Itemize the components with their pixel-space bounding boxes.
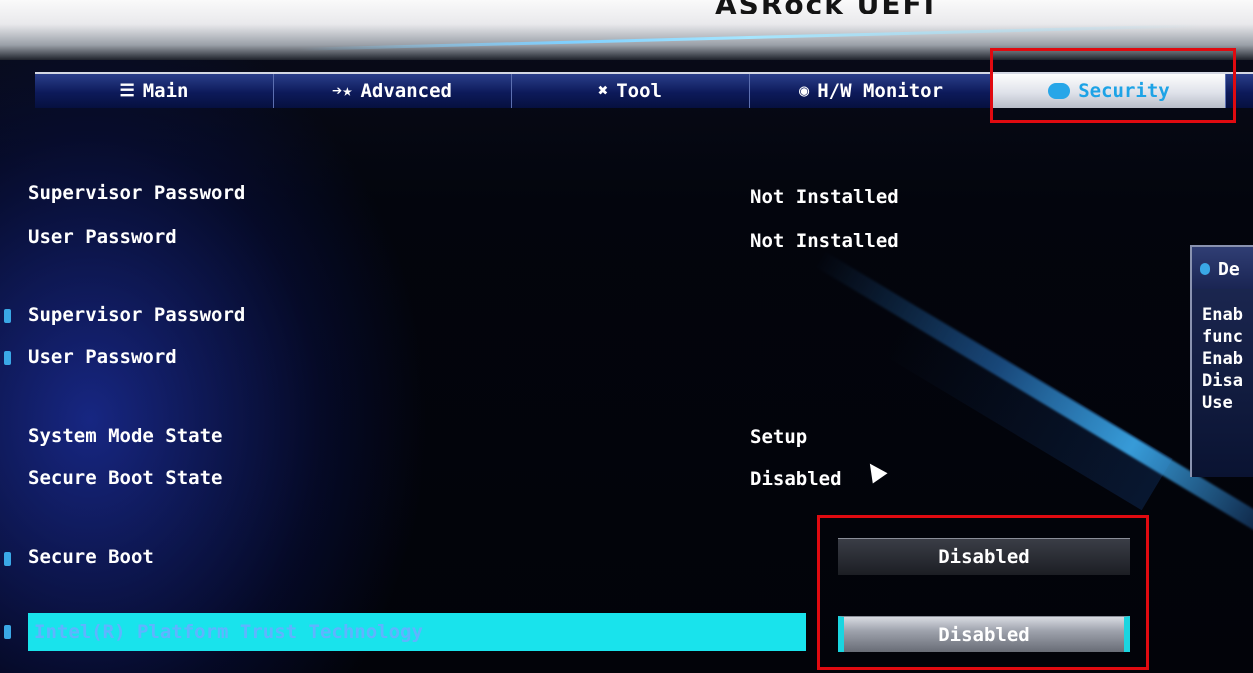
help-line: Enab (1202, 349, 1243, 369)
system-mode-state-value: Setup (750, 426, 808, 448)
ptt-label: Intel(R) Platform Trust Technology (34, 621, 423, 643)
help-panel: De Enab func Enab Disa Use (1190, 245, 1253, 477)
values-highlight (817, 515, 1149, 670)
tab-advanced[interactable]: ➔★ Advanced (273, 74, 512, 108)
logo: ASRock UEFI (715, 0, 1025, 14)
tab-hw-monitor-label: H/W Monitor (817, 80, 944, 102)
user-password-bullet-icon (4, 351, 11, 365)
secure-boot-state-value: Disabled (750, 468, 842, 490)
secure-boot-state-label: Secure Boot State (28, 467, 223, 489)
header-swoosh (300, 24, 1200, 51)
set-user-password-item[interactable]: User Password (28, 346, 177, 368)
user-password-status-label: User Password (28, 226, 177, 248)
supervisor-password-bullet-icon (4, 309, 11, 323)
secure-boot-bullet-icon (4, 552, 11, 566)
help-line: func (1202, 327, 1243, 347)
set-supervisor-password-item[interactable]: Supervisor Password (28, 304, 245, 326)
monitor-icon: ◉ (798, 81, 810, 101)
help-panel-title: De (1218, 259, 1240, 280)
tab-hw-monitor[interactable]: ◉ H/W Monitor (749, 74, 994, 108)
security-tab-highlight (990, 48, 1236, 123)
help-line: Disa (1202, 371, 1243, 391)
tab-main-label: Main (142, 80, 189, 102)
system-mode-state-label: System Mode State (28, 425, 223, 447)
list-icon: ☰ (119, 81, 135, 101)
supervisor-password-status-value: Not Installed (750, 186, 899, 208)
help-line: Use (1202, 393, 1233, 413)
secure-boot-item[interactable]: Secure Boot (28, 546, 154, 568)
ptt-bullet-icon (4, 625, 11, 639)
tab-tool-label: Tool (616, 80, 662, 102)
help-line: Enab (1202, 305, 1243, 325)
supervisor-password-status-label: Supervisor Password (28, 182, 246, 204)
tab-main[interactable]: ☰ Main (35, 74, 274, 108)
tab-advanced-label: Advanced (360, 80, 452, 102)
help-panel-header: De (1192, 247, 1253, 289)
ptt-item-selected[interactable]: Intel(R) Platform Trust Technology (28, 613, 806, 651)
user-password-status-value: Not Installed (750, 230, 899, 252)
star-icon: ➔★ (332, 81, 353, 101)
tools-icon: ✖ (597, 81, 609, 101)
info-icon (1200, 263, 1210, 275)
tab-tool[interactable]: ✖ Tool (511, 74, 750, 108)
